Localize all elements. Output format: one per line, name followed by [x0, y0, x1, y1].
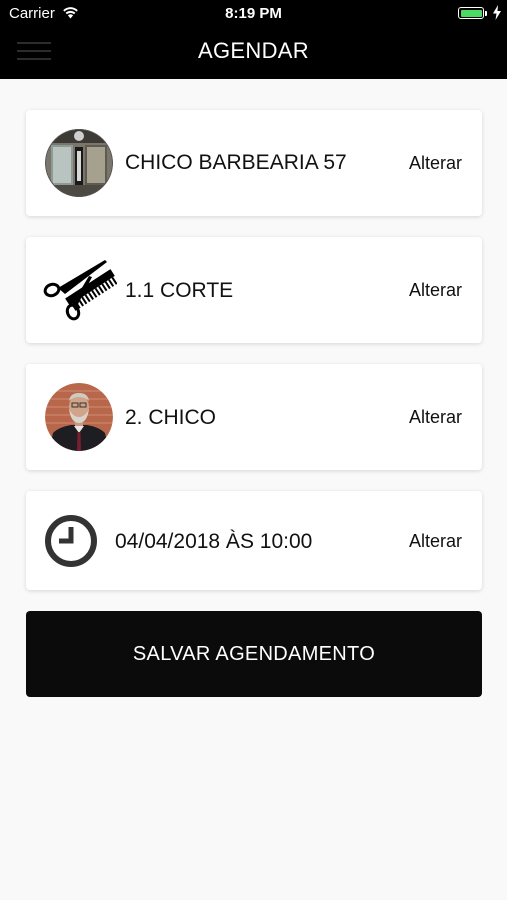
clock-icon: [45, 515, 97, 567]
shop-name: CHICO BARBEARIA 57: [125, 151, 347, 174]
status-bar: Carrier 8:19 PM: [0, 0, 507, 28]
barber-card[interactable]: 2. CHICO Alterar: [26, 364, 482, 470]
datetime-value: 04/04/2018 ÀS 10:00: [115, 530, 313, 553]
change-barber-button[interactable]: Alterar: [409, 407, 462, 428]
save-appointment-button[interactable]: SALVAR AGENDAMENTO: [26, 611, 482, 697]
charging-bolt-icon: [493, 5, 501, 20]
shop-card[interactable]: CHICO BARBEARIA 57 Alterar: [26, 110, 482, 216]
barbershop-photo: [45, 129, 113, 197]
nav-bar: AGENDAR: [0, 28, 507, 79]
scissors-comb-icon: [43, 260, 117, 321]
change-service-button[interactable]: Alterar: [409, 280, 462, 301]
change-datetime-button[interactable]: Alterar: [409, 531, 462, 552]
page-title: AGENDAR: [198, 38, 309, 63]
service-name: 1.1 CORTE: [125, 279, 234, 302]
change-shop-button[interactable]: Alterar: [409, 153, 462, 174]
barber-name: 2. CHICO: [125, 406, 217, 429]
battery-icon: [458, 7, 484, 19]
status-time: 8:19 PM: [225, 5, 282, 22]
service-card[interactable]: 1.1 CORTE Alterar: [26, 237, 482, 343]
datetime-card[interactable]: 04/04/2018 ÀS 10:00 Alterar: [26, 491, 482, 590]
barber-photo: [45, 383, 113, 451]
